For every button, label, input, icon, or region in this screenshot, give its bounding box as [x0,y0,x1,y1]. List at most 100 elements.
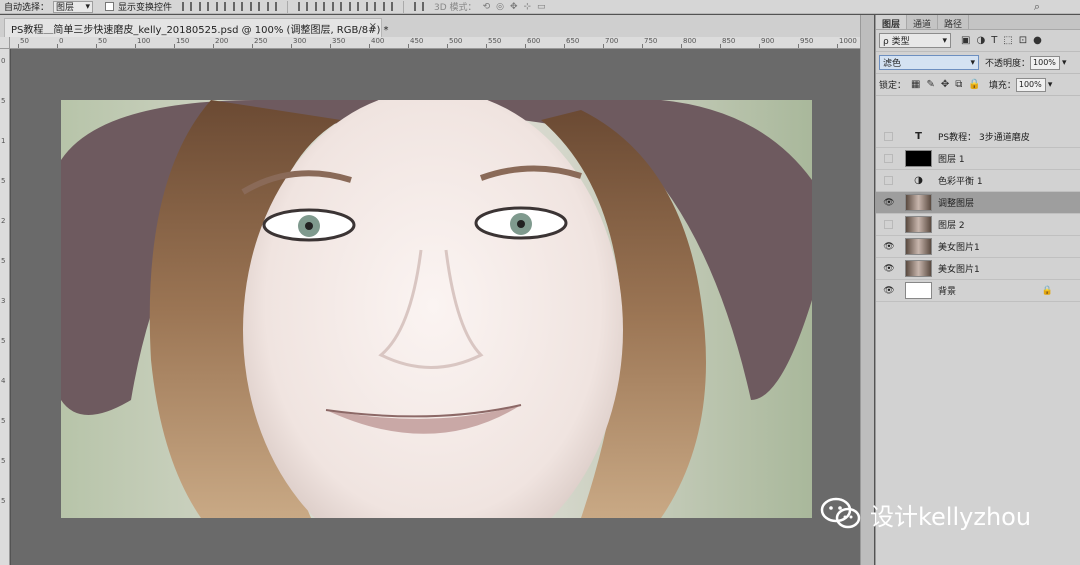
portrait-image [61,100,812,518]
visibility-eye-icon[interactable] [884,132,893,141]
layer-row[interactable]: 👁 美女图片1 [876,258,1080,280]
visibility-eye-icon[interactable]: 👁 [881,198,897,208]
layer-row[interactable]: 👁 调整图层 [876,192,1080,214]
layer-filter-dropdown[interactable]: ρ 类型 ▾ [879,33,951,48]
align-right-icon[interactable] [267,2,278,11]
visibility-eye-icon[interactable] [884,220,893,229]
lock-artboard-icon[interactable]: ⧉ [955,79,962,90]
search-icon[interactable]: ⌕ [1034,0,1040,13]
align-buttons [182,2,278,11]
filter-toggle-icon[interactable]: ● [1033,35,1042,46]
document-tab[interactable]: PS教程＿简单三步快速磨皮_kelly_20180525.psd @ 100% … [4,18,389,37]
layer-name: 美女图片1 [938,243,980,253]
lock-position-icon[interactable]: ✥ [941,79,949,90]
tab-paths[interactable]: 路径 [938,15,970,30]
layer-thumbnail [905,150,932,167]
tab-layers[interactable]: 图层 [876,15,908,30]
pixel-filter-icon[interactable]: ▣ [961,35,970,46]
ruler-tick [447,44,448,48]
chevron-down-icon: ▾ [942,35,947,46]
align-hcenter-icon[interactable] [250,2,261,11]
distribute-right-icon[interactable] [383,2,394,11]
ruler-tick [18,44,19,48]
distribute-left-icon[interactable] [349,2,360,11]
vertical-ruler: 0 5 1 5 2 5 3 5 4 5 5 5 [0,49,10,565]
align-bottom-icon[interactable] [216,2,227,11]
layer-name: 调整图层 [938,199,975,209]
layer-row[interactable]: 👁 背景 🔒 [876,280,1080,302]
visibility-eye-icon[interactable] [884,176,893,185]
ruler-tick-label: 700 [605,37,619,45]
ruler-tick [96,44,97,48]
visibility-eye-icon[interactable] [884,154,893,163]
ruler-tick-label: 150 [176,37,190,45]
lock-all-icon[interactable]: 🔒 [968,79,980,90]
smart-object-filter-icon[interactable]: ⊡ [1019,35,1027,46]
chevron-down-icon[interactable]: ▾ [1048,80,1053,90]
chevron-down-icon[interactable]: ▾ [1062,58,1067,68]
layer-thumbnail [905,194,932,211]
visibility-eye-icon[interactable]: 👁 [881,264,897,274]
ruler-tick [681,44,682,48]
layer-thumbnail [905,216,932,233]
options-bar: 自动选择： 图层 ▾ 显示变换控件 3D 模式： ⟲◎✥⊹▭ ⌕ [0,0,1080,14]
type-filter-icon[interactable]: T [991,35,997,46]
ruler-tick [642,44,643,48]
ruler-tick-label: 800 [683,37,697,45]
visibility-eye-icon[interactable]: 👁 [881,286,897,296]
opacity-label: 不透明度： [985,59,1031,69]
ruler-tick [213,44,214,48]
layer-row[interactable]: T PS教程： 3步通道磨皮 [876,126,1080,148]
layer-row[interactable]: 👁 美女图片1 [876,236,1080,258]
auto-align-icon[interactable] [414,2,425,11]
ruler-tick-label: 550 [488,37,502,45]
ruler-tick-label: 950 [800,37,814,45]
close-icon[interactable]: × [369,21,377,32]
ruler-tick [525,44,526,48]
fill-input[interactable]: 100% [1015,77,1046,92]
3d-mode-icons[interactable]: ⟲◎✥⊹▭ [483,2,552,12]
ruler-tick-label: 250 [254,37,268,45]
lock-row: 锁定： ▦ ✎ ✥ ⧉ 🔒 填充： 100% ▾ [876,74,1080,96]
align-top-icon[interactable] [182,2,193,11]
lock-transparent-icon[interactable]: ▦ [911,79,920,90]
distribute-vcenter-icon[interactable] [315,2,326,11]
tab-channels[interactable]: 通道 [907,15,939,30]
opacity-input[interactable]: 100% [1030,55,1061,70]
wechat-icon [820,497,861,529]
ruler-tick-label: 5 [1,337,6,345]
layer-name: 美女图片1 [938,265,980,275]
ruler-tick-label: 900 [761,37,775,45]
mode-3d-label: 3D 模式： [434,3,477,13]
layer-row[interactable]: 图层 1 [876,148,1080,170]
adjustment-filter-icon[interactable]: ◑ [976,35,985,46]
distribute-bottom-icon[interactable] [332,2,343,11]
ruler-tick-label: 200 [215,37,229,45]
show-transform-checkbox[interactable] [105,2,115,11]
ruler-tick [330,44,331,48]
divider [403,0,405,13]
distribute-hcenter-icon[interactable] [366,2,377,11]
canvas-photo[interactable] [61,100,812,518]
visibility-eye-icon[interactable]: 👁 [881,242,897,252]
ruler-corner [0,37,10,49]
auto-select-value: 图层 [56,3,75,13]
layer-name: 背景 [938,287,957,297]
distribute-top-icon[interactable] [298,2,309,11]
ruler-tick [603,44,604,48]
layer-row[interactable]: ◑ 色彩平衡 1 [876,170,1080,192]
align-left-icon[interactable] [233,2,244,11]
ruler-tick-label: 5 [1,97,6,105]
ruler-tick-label: 5 [1,177,6,185]
layer-row[interactable]: 图层 2 [876,214,1080,236]
ruler-tick-label: 450 [410,37,424,45]
ruler-tick-label: 1000 [839,37,857,45]
ruler-tick [486,44,487,48]
ruler-tick-label: 50 [98,37,107,45]
shape-filter-icon[interactable]: ⬚ [1003,35,1012,46]
lock-pixels-icon[interactable]: ✎ [926,79,934,90]
align-vcenter-icon[interactable] [199,2,210,11]
blend-mode-dropdown[interactable]: 滤色 ▾ [879,55,979,70]
blend-mode-value: 滤色 [883,59,902,69]
auto-select-dropdown[interactable]: 图层 ▾ [53,0,94,13]
